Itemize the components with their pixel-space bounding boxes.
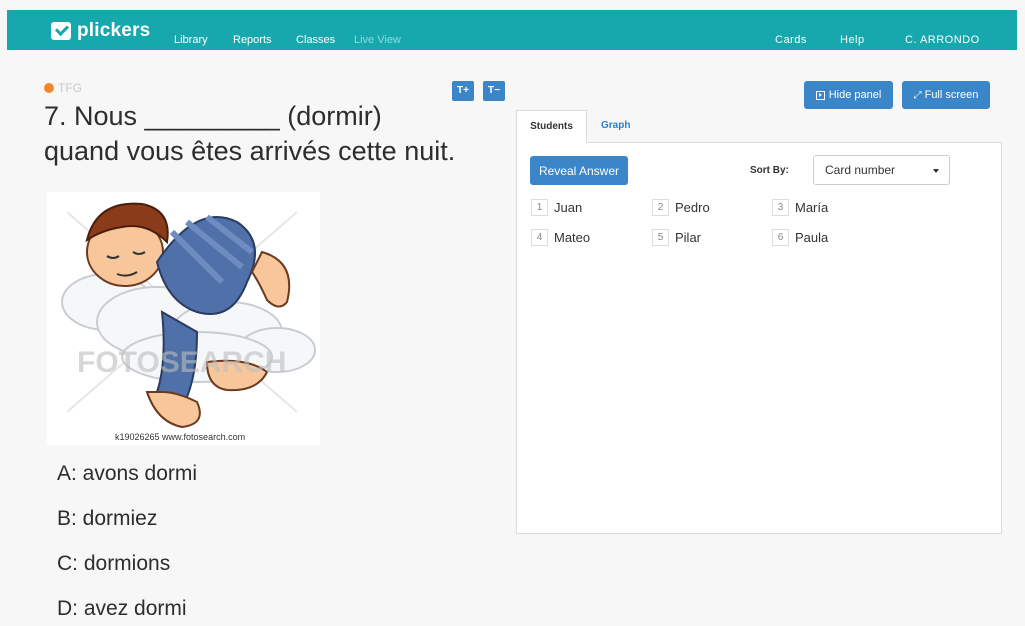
card-number: 2	[652, 199, 669, 216]
student-name: Juan	[554, 200, 583, 215]
increase-font-button[interactable]: T+	[452, 81, 474, 101]
question-image: FOTOSEARCH k19026265 www.fotosearch.com	[47, 192, 320, 445]
nav-reports[interactable]: Reports	[233, 34, 272, 46]
nav-help[interactable]: Help	[840, 34, 865, 46]
set-color-dot	[44, 83, 54, 93]
student-item[interactable]: 3 María	[772, 199, 828, 216]
top-navbar: plickers Library Reports Classes Live Vi…	[7, 10, 1017, 50]
image-watermark: FOTOSEARCH	[77, 346, 286, 379]
card-number: 5	[652, 229, 669, 246]
hide-panel-icon	[815, 90, 825, 100]
card-number: 4	[531, 229, 548, 246]
tab-graph[interactable]: Graph	[601, 120, 630, 131]
student-item[interactable]: 4 Mateo	[531, 229, 590, 246]
plickers-logo-icon	[51, 22, 71, 40]
reveal-answer-button[interactable]: Reveal Answer	[530, 156, 628, 185]
student-name: Paula	[795, 230, 829, 245]
student-item[interactable]: 6 Paula	[772, 229, 828, 246]
full-screen-button[interactable]: ⤢ Full screen	[902, 81, 990, 109]
card-number: 1	[531, 199, 548, 216]
question-text: 7. Nous _________ (dormir) quand vous êt…	[44, 99, 514, 169]
chevron-down-icon	[933, 169, 939, 173]
expand-icon: ⤢	[913, 89, 922, 101]
answer-c: C: dormions	[57, 552, 171, 575]
image-caption: k19026265 www.fotosearch.com	[115, 432, 245, 442]
question-set-tag: TFG	[44, 81, 82, 95]
question-line-1: 7. Nous _________ (dormir)	[44, 101, 382, 131]
sort-select[interactable]: Card number	[813, 155, 950, 185]
tab-students[interactable]: Students	[516, 110, 587, 143]
user-menu[interactable]: C. ARRONDO	[905, 34, 980, 46]
hide-panel-label: Hide panel	[828, 89, 882, 101]
student-item[interactable]: 2 Pedro	[652, 199, 710, 216]
card-number: 6	[772, 229, 789, 246]
decrease-font-button[interactable]: T−	[483, 81, 505, 101]
answer-b: B: dormiez	[57, 507, 158, 530]
nav-library[interactable]: Library	[174, 34, 208, 46]
student-item[interactable]: 1 Juan	[531, 199, 582, 216]
answer-a: A: avons dormi	[57, 462, 198, 485]
student-name: Pedro	[675, 200, 710, 215]
plickers-logo[interactable]: plickers	[51, 20, 150, 42]
full-screen-label: Full screen	[924, 89, 979, 101]
hide-panel-button[interactable]: Hide panel	[804, 81, 893, 109]
brand-name: plickers	[77, 20, 151, 41]
sleeping-man-illustration: FOTOSEARCH k19026265 www.fotosearch.com	[47, 192, 320, 445]
question-line-2: quand vous êtes arrivés cette nuit.	[44, 136, 456, 166]
answer-d: D: avez dormi	[57, 597, 187, 620]
set-name: TFG	[58, 81, 82, 95]
nav-live-view[interactable]: Live View	[354, 34, 401, 46]
nav-classes[interactable]: Classes	[296, 34, 335, 46]
card-number: 3	[772, 199, 789, 216]
student-name: Pilar	[675, 230, 702, 245]
student-name: Mateo	[554, 230, 591, 245]
student-name: María	[795, 200, 829, 215]
sort-by-label: Sort By:	[750, 165, 789, 176]
students-panel	[516, 142, 1002, 534]
nav-cards[interactable]: Cards	[775, 34, 807, 46]
student-item[interactable]: 5 Pilar	[652, 229, 701, 246]
sort-select-value: Card number	[825, 163, 896, 177]
